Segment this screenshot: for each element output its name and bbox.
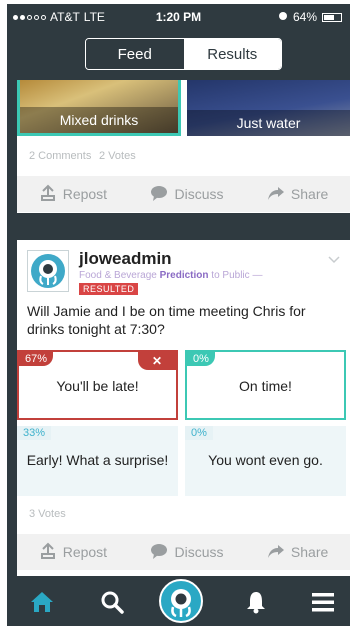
home-icon[interactable] bbox=[29, 589, 55, 615]
bell-icon[interactable] bbox=[243, 589, 269, 615]
post-card: jloweadmin Food & Beverage Prediction to… bbox=[17, 240, 350, 576]
option-text: Early! What a surprise! bbox=[26, 452, 169, 468]
status-badge: RESULTED bbox=[79, 283, 139, 295]
post-card: Mixed drinks Just water 2 Comments 2 Vot… bbox=[17, 80, 350, 213]
option-card[interactable]: 0% On time! bbox=[185, 350, 346, 420]
category-link[interactable]: Food & Beverage bbox=[79, 270, 157, 281]
audience-label: Public bbox=[222, 270, 250, 281]
repost-label: Repost bbox=[62, 544, 108, 560]
vote-count[interactable]: 2 Votes bbox=[99, 150, 136, 162]
option-text: On time! bbox=[239, 378, 292, 394]
option-image-just-water[interactable]: Just water bbox=[187, 80, 350, 136]
logo-icon[interactable] bbox=[159, 579, 203, 623]
status-bar: AT&T LTE 1:20 PM 64% bbox=[7, 4, 350, 30]
tab-results[interactable]: Results bbox=[183, 39, 281, 69]
post-type: Prediction bbox=[159, 270, 209, 281]
action-bar: Repost Discuss Share bbox=[17, 534, 350, 570]
discuss-label: Discuss bbox=[174, 544, 224, 560]
share-label: Share bbox=[290, 544, 329, 560]
option-percent: 0% bbox=[185, 426, 213, 440]
option-percent: 33% bbox=[17, 426, 52, 440]
discuss-icon bbox=[150, 184, 168, 205]
alarm-icon bbox=[278, 10, 288, 24]
option-label: Mixed drinks bbox=[20, 107, 178, 133]
octopus-logo-icon bbox=[31, 254, 65, 288]
repost-button[interactable]: Repost bbox=[39, 542, 107, 563]
feed-list[interactable]: Mixed drinks Just water 2 Comments 2 Vot… bbox=[7, 80, 350, 576]
option-text: You wont even go. bbox=[208, 452, 323, 468]
feed-results-toggle: Feed Results bbox=[85, 38, 282, 70]
tab-feed[interactable]: Feed bbox=[86, 39, 184, 69]
phone-screen: AT&T LTE 1:20 PM 64% Feed Results Mixed … bbox=[7, 4, 350, 626]
repost-icon bbox=[39, 184, 57, 205]
post-category-line: Food & Beverage Prediction to Public — bbox=[79, 270, 263, 281]
vote-count[interactable]: 3 Votes bbox=[29, 508, 66, 520]
option-percent: 67% bbox=[19, 352, 54, 366]
comment-count[interactable]: 2 Comments bbox=[29, 150, 91, 162]
avatar[interactable] bbox=[27, 250, 69, 292]
bottom-tab-bar bbox=[7, 576, 350, 626]
discuss-button[interactable]: Discuss bbox=[150, 184, 224, 205]
battery-percent: 64% bbox=[292, 10, 317, 24]
discuss-icon bbox=[150, 542, 168, 563]
search-icon[interactable] bbox=[99, 589, 125, 615]
share-label: Share bbox=[290, 186, 329, 202]
option-card[interactable]: 33% Early! What a surprise! bbox=[17, 426, 178, 496]
option-card[interactable]: 0% You wont even go. bbox=[185, 426, 346, 496]
repost-label: Repost bbox=[62, 186, 108, 202]
option-card[interactable]: 67% ✕ You'll be late! bbox=[17, 350, 178, 420]
wrong-x-icon: ✕ bbox=[138, 352, 176, 370]
action-bar: Repost Discuss Share bbox=[17, 176, 350, 212]
discuss-label: Discuss bbox=[174, 186, 224, 202]
option-percent: 0% bbox=[187, 352, 215, 366]
prediction-question: Will Jamie and I be on time meeting Chri… bbox=[27, 303, 306, 337]
share-icon bbox=[267, 542, 285, 563]
discuss-button[interactable]: Discuss bbox=[150, 542, 224, 563]
share-button[interactable]: Share bbox=[267, 184, 328, 205]
menu-icon[interactable] bbox=[310, 589, 336, 615]
share-icon bbox=[267, 184, 285, 205]
battery-icon bbox=[322, 12, 342, 22]
option-image-mixed-drinks[interactable]: Mixed drinks bbox=[17, 80, 181, 136]
audience-prefix: to bbox=[211, 270, 220, 281]
repost-button[interactable]: Repost bbox=[39, 184, 107, 205]
username[interactable]: jloweadmin bbox=[79, 249, 172, 269]
status-right: 64% bbox=[278, 10, 342, 24]
chevron-down-icon[interactable] bbox=[328, 252, 340, 264]
option-text: You'll be late! bbox=[56, 378, 139, 394]
repost-icon bbox=[39, 542, 57, 563]
share-button[interactable]: Share bbox=[267, 542, 328, 563]
option-label: Just water bbox=[187, 110, 350, 136]
